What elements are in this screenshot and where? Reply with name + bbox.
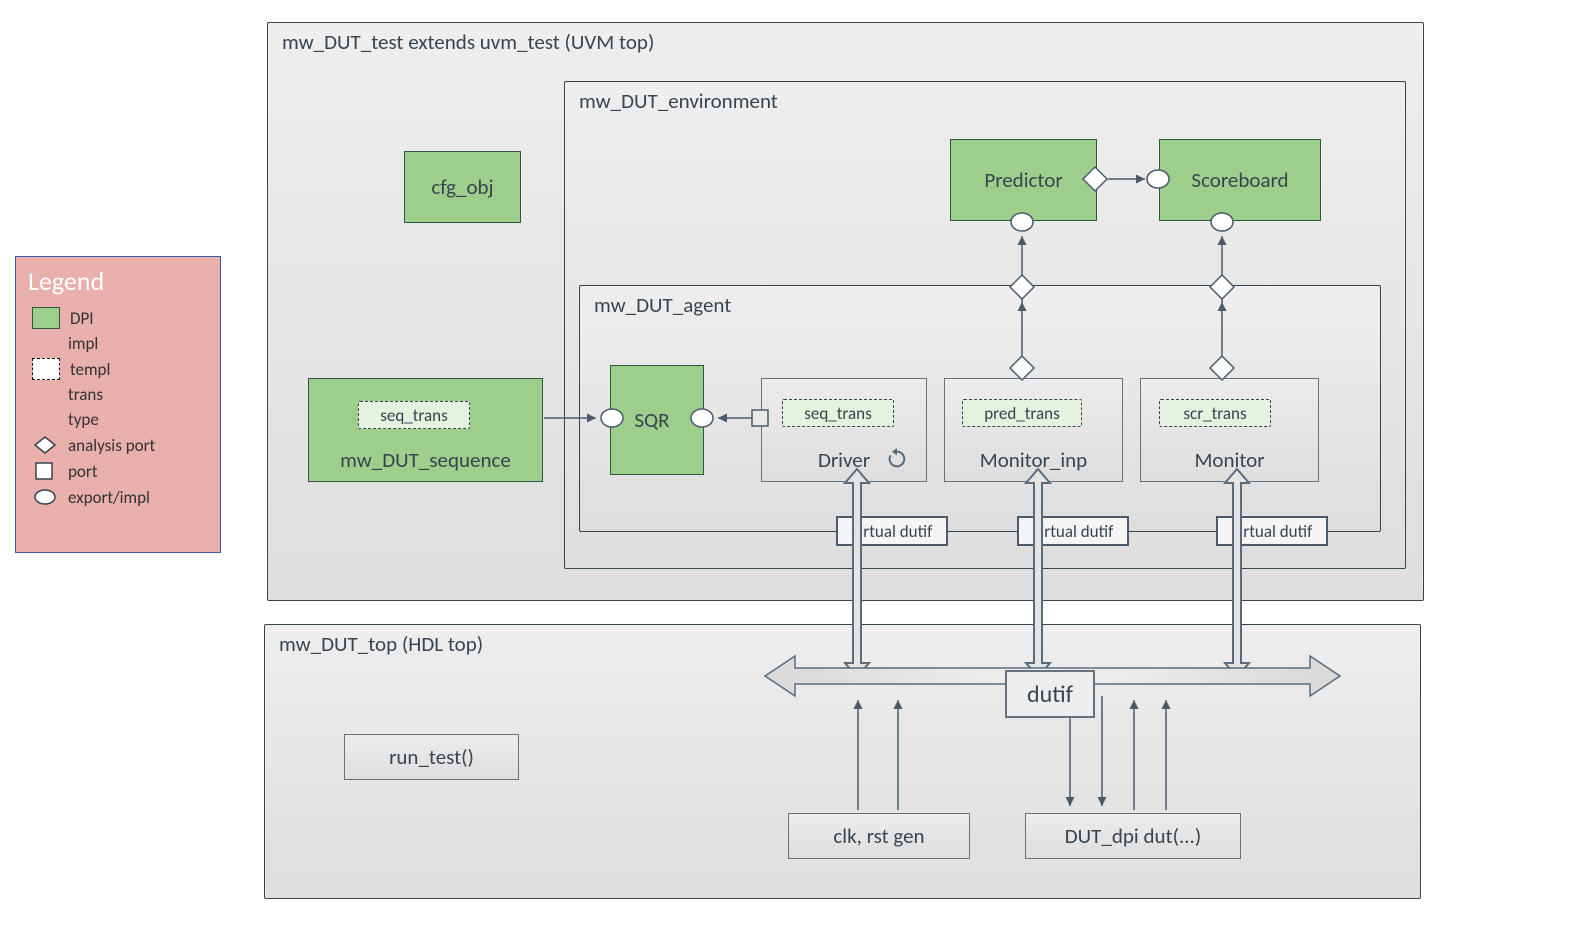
templ-swatch-icon xyxy=(32,358,60,380)
monitor-inp-block: Monitor_inp xyxy=(944,378,1123,482)
virtif-mon: virtual dutif xyxy=(1216,516,1328,546)
dutif-label: dutif xyxy=(1027,680,1073,709)
legend-title: Legend xyxy=(16,257,220,305)
dpi-swatch-icon xyxy=(32,307,60,329)
clk-box: clk, rst gen xyxy=(788,813,970,859)
legend-export-impl: export/impl xyxy=(68,487,150,508)
driver-trans: seq_trans xyxy=(782,399,894,427)
scoreboard-block: Scoreboard xyxy=(1159,139,1321,221)
driver-label: Driver xyxy=(818,447,870,473)
environment-title: mw_DUT_environment xyxy=(579,88,778,114)
monitor-label: Monitor xyxy=(1194,447,1264,473)
sqr-block: SQR xyxy=(610,365,704,475)
legend-analysis-port: analysis port xyxy=(68,435,155,456)
virtif-driver: virtual dutif xyxy=(836,516,948,546)
run-test-box: run_test() xyxy=(344,734,519,780)
sequence-trans: seq_trans xyxy=(358,401,470,429)
monitor-inp-label: Monitor_inp xyxy=(980,447,1087,473)
monitor-trans: scr_trans xyxy=(1159,399,1271,427)
legend-dpi: DPI xyxy=(70,308,94,329)
predictor-label: Predictor xyxy=(984,167,1062,193)
legend-templ: templ xyxy=(70,359,110,380)
run-test-label: run_test() xyxy=(389,744,474,770)
dutif-box: dutif xyxy=(1005,670,1095,718)
sqr-label: SQR xyxy=(634,407,669,433)
scoreboard-label: Scoreboard xyxy=(1191,167,1288,193)
circle-icon xyxy=(32,486,58,508)
legend-trans: trans xyxy=(68,384,103,405)
virtif-moninp: virtual dutif xyxy=(1017,516,1129,546)
legend-port: port xyxy=(68,461,98,482)
monitor-block: Monitor xyxy=(1140,378,1319,482)
diamond-icon xyxy=(32,434,58,456)
cfg-obj-block: cfg_obj xyxy=(404,151,521,223)
legend-impl: impl xyxy=(68,333,98,354)
sequence-label: mw_DUT_sequence xyxy=(340,447,511,473)
clk-label: clk, rst gen xyxy=(833,823,924,849)
dut-label: DUT_dpi dut(...) xyxy=(1065,823,1201,849)
monitor-inp-trans: pred_trans xyxy=(962,399,1082,427)
legend-type: type xyxy=(68,409,99,430)
test-title: mw_DUT_test extends uvm_test (UVM top) xyxy=(282,29,654,55)
refresh-icon xyxy=(886,448,908,470)
legend-panel: Legend DPI impl templ trans type analysi… xyxy=(15,256,221,553)
cfg-obj-label: cfg_obj xyxy=(431,174,493,200)
square-icon xyxy=(32,460,58,482)
predictor-block: Predictor xyxy=(950,139,1097,221)
sequence-block: mw_DUT_sequence xyxy=(308,378,543,482)
agent-title: mw_DUT_agent xyxy=(594,292,731,318)
dut-box: DUT_dpi dut(...) xyxy=(1025,813,1241,859)
hdl-top-title: mw_DUT_top (HDL top) xyxy=(279,631,483,657)
